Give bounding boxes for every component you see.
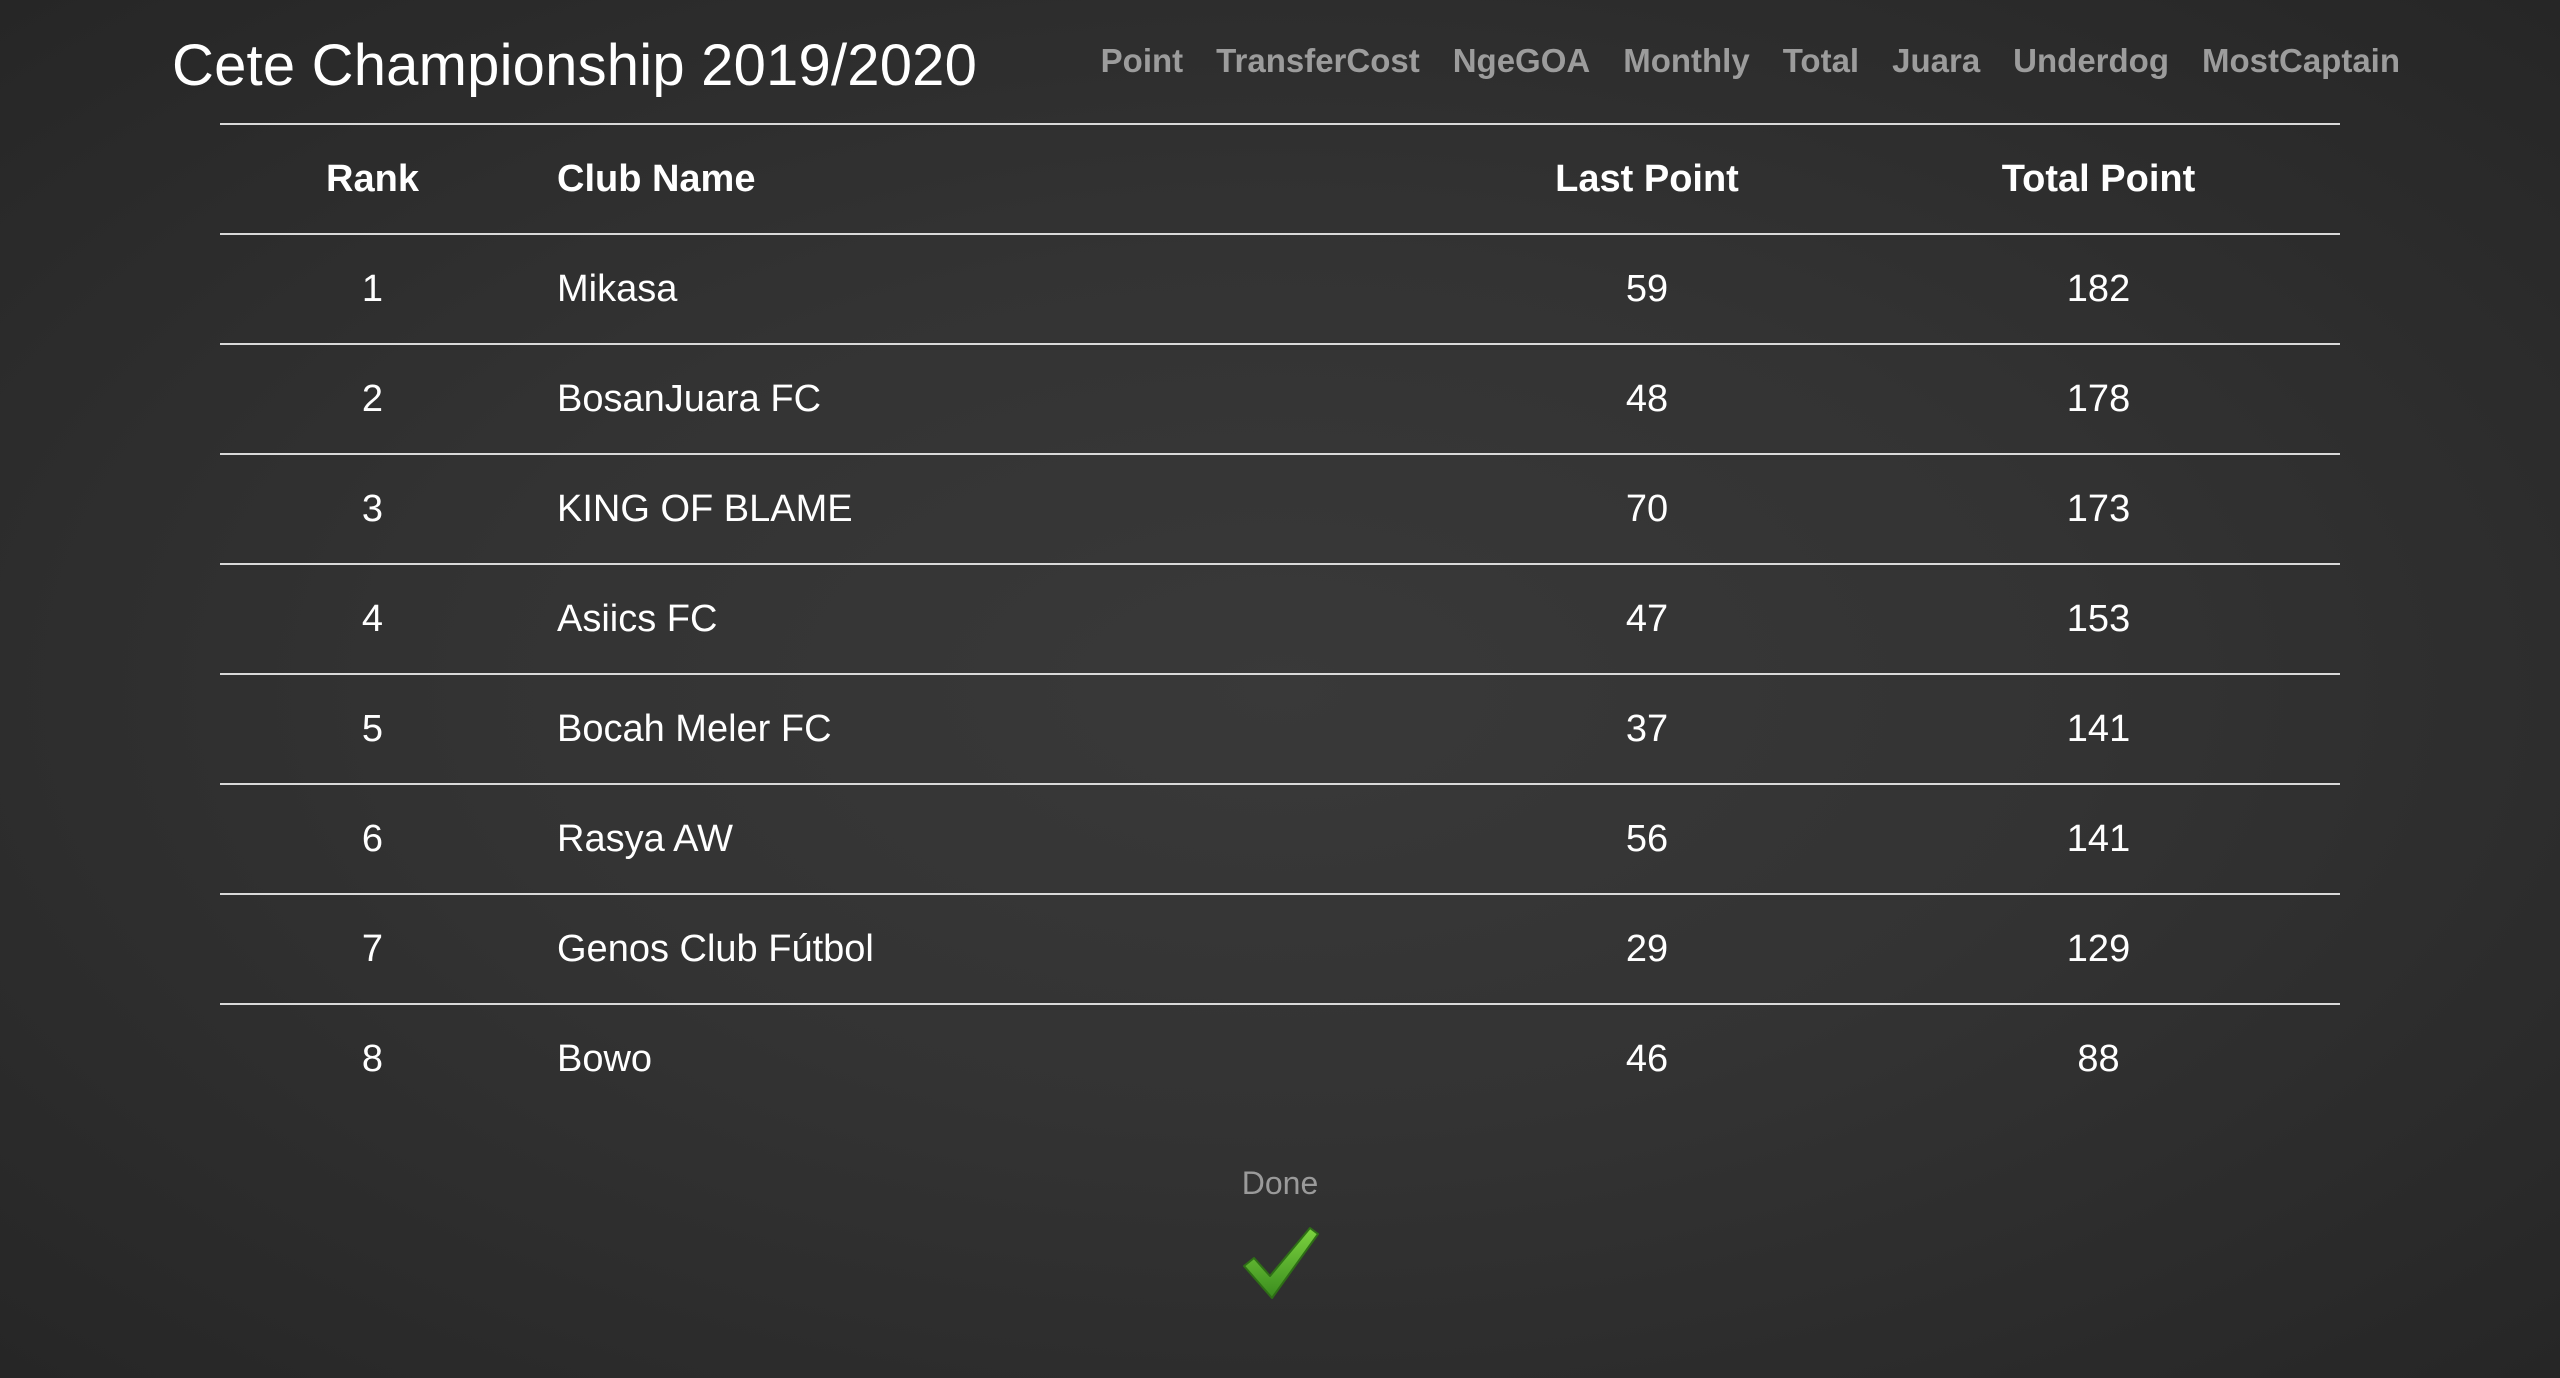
column-header-club-name: Club Name: [557, 157, 756, 200]
cell-last-point: 70: [1625, 487, 1669, 530]
table-row: 5 Bocah Meler FC 37 141: [220, 674, 2340, 784]
table-row: 2 BosanJuara FC 48 178: [220, 344, 2340, 454]
cell-last-point: 59: [1625, 267, 1669, 310]
nav-item-monthly[interactable]: Monthly: [1623, 42, 1749, 80]
cell-rank: 6: [361, 817, 384, 860]
cell-total-point: 178: [2066, 377, 2131, 420]
cell-club-name: Bocah Meler FC: [557, 707, 832, 750]
cell-total-point: 129: [2066, 927, 2131, 970]
cell-total-point: 173: [2066, 487, 2131, 530]
cell-last-point: 37: [1625, 707, 1669, 750]
cell-rank: 8: [361, 1037, 384, 1080]
page-header: Cete Championship 2019/2020 Point Transf…: [172, 28, 2400, 110]
cell-club-name: KING OF BLAME: [557, 487, 853, 530]
table-row: 7 Genos Club Fútbol 29 129: [220, 894, 2340, 1004]
table-row: 3 KING OF BLAME 70 173: [220, 454, 2340, 564]
table-row: 8 Bowo 46 88: [220, 1004, 2340, 1113]
cell-club-name: Asiics FC: [557, 597, 718, 640]
cell-total-point: 88: [2077, 1037, 2120, 1080]
column-header-rank: Rank: [326, 157, 419, 200]
done-section: Done: [0, 1165, 2560, 1307]
cell-total-point: 141: [2066, 707, 2131, 750]
nav-item-transfercost[interactable]: TransferCost: [1216, 42, 1420, 80]
nav-item-point[interactable]: Point: [1101, 42, 1183, 80]
checkmark-icon[interactable]: [1240, 1222, 1320, 1302]
nav-item-underdog[interactable]: Underdog: [2013, 42, 2169, 80]
nav-item-juara[interactable]: Juara: [1892, 42, 1980, 80]
nav-item-ngegoa[interactable]: NgeGOA: [1453, 42, 1591, 80]
cell-total-point: 141: [2066, 817, 2131, 860]
table-row: 1 Mikasa 59 182: [220, 234, 2340, 344]
cell-club-name: BosanJuara FC: [557, 377, 822, 420]
page-title: Cete Championship 2019/2020: [172, 33, 978, 98]
nav-item-mostcaptain[interactable]: MostCaptain: [2202, 42, 2400, 80]
cell-rank: 4: [361, 597, 384, 640]
cell-last-point: 29: [1625, 927, 1669, 970]
cell-last-point: 48: [1625, 377, 1669, 420]
cell-rank: 3: [361, 487, 384, 530]
cell-last-point: 47: [1625, 597, 1669, 640]
cell-total-point: 153: [2066, 597, 2131, 640]
cell-last-point: 46: [1625, 1037, 1669, 1080]
cell-rank: 5: [361, 707, 384, 750]
standings-table-container: Rank Club Name Last Point Total Point 1 …: [220, 123, 2340, 1113]
top-nav: Point TransferCost NgeGOA Monthly Total …: [1101, 42, 2400, 80]
standings-table: Rank Club Name Last Point Total Point 1 …: [220, 123, 2340, 1113]
cell-rank: 7: [361, 927, 384, 970]
cell-club-name: Rasya AW: [557, 817, 733, 860]
cell-rank: 2: [361, 377, 384, 420]
cell-last-point: 56: [1625, 817, 1669, 860]
cell-club-name: Mikasa: [557, 267, 678, 310]
table-row: 6 Rasya AW 56 141: [220, 784, 2340, 894]
column-header-last-point: Last Point: [1555, 157, 1739, 200]
cell-club-name: Genos Club Fútbol: [557, 927, 874, 970]
cell-total-point: 182: [2066, 267, 2131, 310]
cell-club-name: Bowo: [557, 1037, 653, 1080]
table-row: 4 Asiics FC 47 153: [220, 564, 2340, 674]
done-label: Done: [1241, 1165, 1319, 1201]
nav-item-total[interactable]: Total: [1783, 42, 1859, 80]
table-header-row: Rank Club Name Last Point Total Point: [220, 124, 2340, 234]
cell-rank: 1: [361, 267, 384, 310]
column-header-total-point: Total Point: [2001, 157, 2196, 200]
